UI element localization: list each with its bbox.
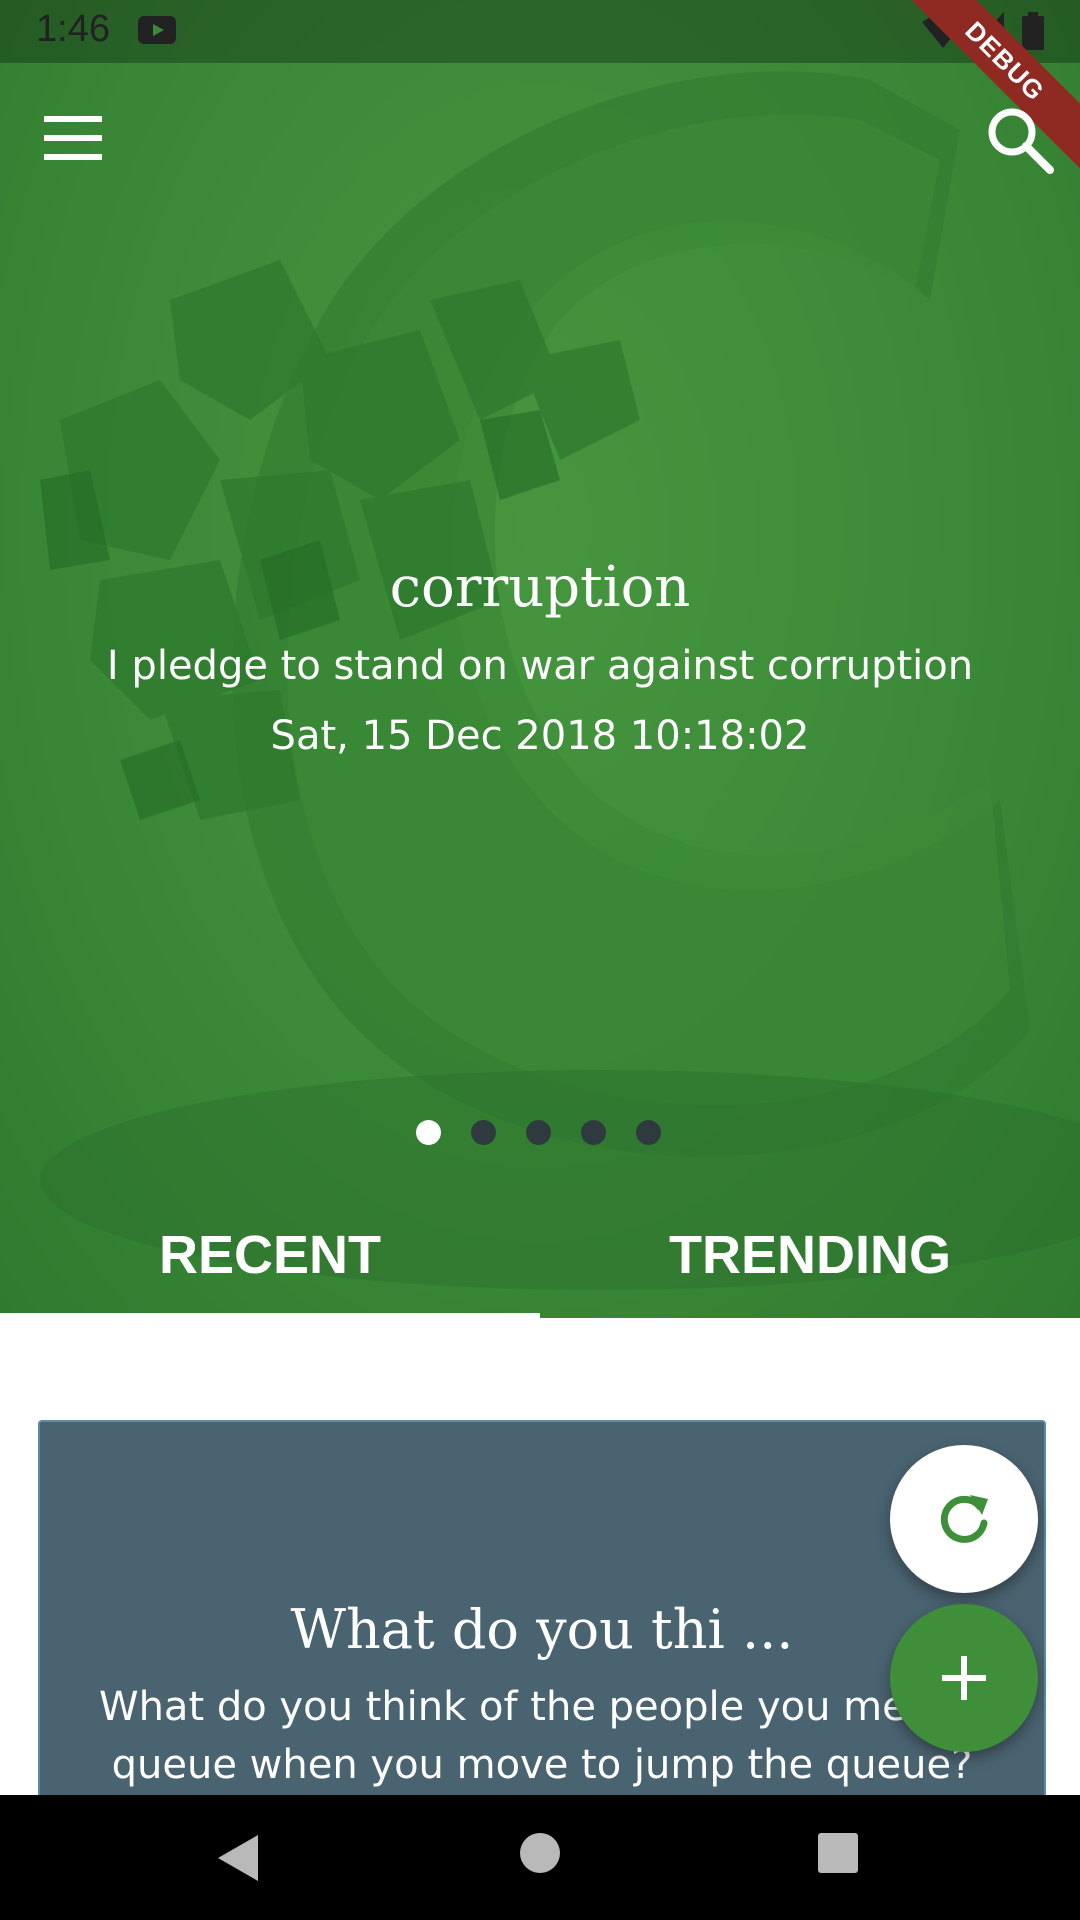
recents-icon[interactable] xyxy=(818,1833,858,1873)
carousel-page-indicator xyxy=(416,1120,661,1148)
page-dot-3[interactable] xyxy=(526,1120,551,1145)
battery-icon xyxy=(1022,12,1044,50)
back-icon[interactable] xyxy=(216,1833,260,1883)
plus-icon xyxy=(942,1656,986,1700)
page-dot-1[interactable] xyxy=(416,1120,441,1145)
slide-description: I pledge to stand on war against corrupt… xyxy=(106,643,974,689)
system-navigation-bar xyxy=(0,1795,1080,1920)
youtube-notification-icon xyxy=(138,16,176,44)
add-button[interactable] xyxy=(890,1604,1038,1752)
refresh-icon xyxy=(940,1495,988,1543)
refresh-button[interactable] xyxy=(890,1445,1038,1593)
home-icon[interactable] xyxy=(520,1833,560,1873)
hamburger-menu-icon[interactable] xyxy=(36,102,108,174)
slide-date: Sat, 15 Dec 2018 10:18:02 xyxy=(270,713,810,759)
search-icon[interactable] xyxy=(980,100,1060,180)
post-card[interactable]: What do you thi ... What do you think of… xyxy=(38,1420,1046,1844)
status-time: 1:46 xyxy=(36,8,110,50)
tab-recent[interactable]: RECENT xyxy=(0,1195,540,1318)
tab-indicator xyxy=(0,1313,540,1318)
page-dot-5[interactable] xyxy=(636,1120,661,1145)
post-card-body: What do you think of the people you met … xyxy=(99,1684,985,1788)
page-dot-4[interactable] xyxy=(581,1120,606,1145)
hero-carousel[interactable]: 1:46 DEBUG corruption I pledge to stand … xyxy=(0,0,1080,1318)
status-bar: 1:46 xyxy=(0,0,1080,63)
page-dot-2[interactable] xyxy=(471,1120,496,1145)
slide-title: corruption xyxy=(389,555,691,620)
tab-trending[interactable]: TRENDING xyxy=(540,1195,1080,1318)
slide-content: corruption I pledge to stand on war agai… xyxy=(0,548,1080,768)
tab-bar: RECENT TRENDING xyxy=(0,1195,1080,1318)
